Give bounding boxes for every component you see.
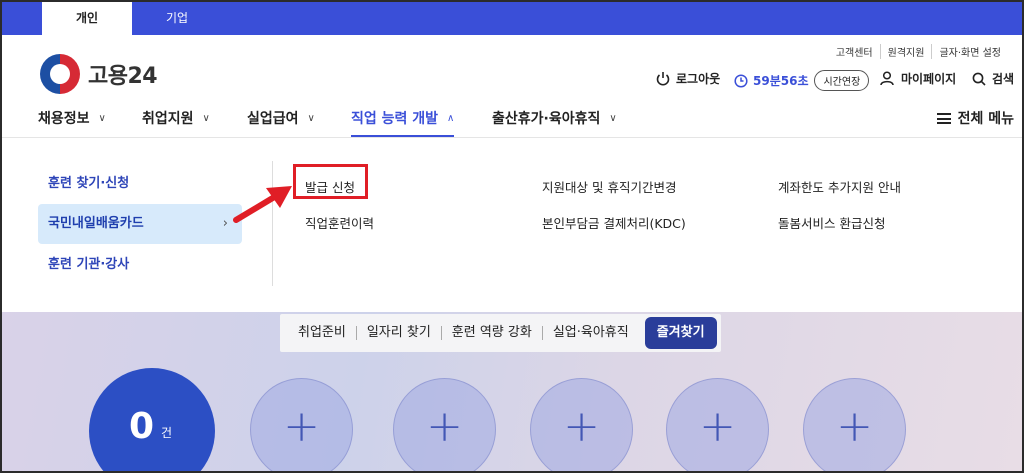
clock-icon bbox=[734, 73, 748, 88]
gnb-label: 취업지원 bbox=[142, 111, 194, 127]
favorites-button[interactable]: 즐겨찾기 bbox=[644, 317, 717, 349]
quick-item-training[interactable]: 훈련 역량 강화 bbox=[440, 326, 542, 340]
lnb-item-find-training[interactable]: 훈련 찾기·신청 bbox=[38, 164, 242, 204]
brand-name: 고용24 bbox=[88, 64, 158, 89]
plus-icon: + bbox=[283, 401, 320, 452]
remote-support-link[interactable]: 원격지원 bbox=[879, 44, 932, 59]
tab-individual[interactable]: 개인 bbox=[42, 2, 132, 35]
quick-item-find-jobs[interactable]: 일자리 찾기 bbox=[355, 326, 441, 340]
site-logo[interactable]: 고용24 bbox=[40, 54, 158, 94]
favorites-count: 0 건 bbox=[89, 368, 215, 471]
chevron-down-icon: ∨ bbox=[98, 112, 106, 124]
lnb-item-training-institution[interactable]: 훈련 기관·강사 bbox=[38, 245, 242, 285]
lnb-label: 국민내일배움카드 bbox=[48, 216, 144, 231]
user-icon bbox=[880, 71, 894, 86]
annotation-arrow-icon bbox=[233, 186, 292, 223]
quick-item-unemployment[interactable]: 실업·육아휴직 bbox=[541, 326, 639, 340]
submenu-limit-extra-support[interactable]: 계좌한도 추가지원 안내 bbox=[778, 177, 901, 196]
power-icon bbox=[656, 71, 670, 86]
session-timer: 59분56초 시간연장 bbox=[734, 70, 870, 91]
global-nav: 채용정보 ∨ 취업지원 ∨ 실업급여 ∨ 직업 능력 개발 ∧ 출산휴가·육아휴직 ∨ 전… bbox=[2, 100, 1022, 138]
chevron-down-icon: ∨ bbox=[202, 112, 210, 124]
gnb-label: 실업급여 bbox=[247, 111, 299, 127]
main-visual: 취업준비 일자리 찾기 훈련 역량 강화 실업·육아휴직 즐겨찾기 0 건 + … bbox=[2, 312, 1022, 471]
add-favorite-button[interactable]: + bbox=[530, 378, 633, 471]
gnb-item-parental-leave[interactable]: 출산휴가·육아휴직 ∨ bbox=[492, 108, 617, 128]
search-button[interactable]: 검색 bbox=[972, 70, 1014, 87]
search-icon bbox=[972, 72, 986, 86]
quick-category-bar: 취업준비 일자리 찾기 훈련 역량 강화 실업·육아휴직 즐겨찾기 bbox=[280, 314, 721, 352]
lnb-item-naeil-card[interactable]: 국민내일배움카드 › bbox=[38, 204, 242, 244]
gnb-item-unemployment-benefit[interactable]: 실업급여 ∨ bbox=[247, 108, 315, 128]
submenu-eligibility-change[interactable]: 지원대상 및 휴직기간변경 bbox=[542, 177, 676, 196]
chevron-right-icon: › bbox=[222, 216, 228, 231]
add-favorite-button[interactable]: + bbox=[803, 378, 906, 471]
search-label: 검색 bbox=[992, 72, 1015, 86]
chevron-up-icon: ∧ bbox=[447, 112, 455, 124]
extend-time-button[interactable]: 시간연장 bbox=[814, 70, 870, 91]
gnb-item-job-skills[interactable]: 직업 능력 개발 ∧ bbox=[351, 108, 455, 137]
quick-item-job-prep[interactable]: 취업준비 bbox=[298, 326, 356, 340]
logout-button[interactable]: 로그아웃 bbox=[656, 70, 720, 87]
submenu-care-refund[interactable]: 돌봄서비스 환급신청 bbox=[778, 213, 885, 232]
submenu-copayment-kdc[interactable]: 본인부담금 결제처리(KDC) bbox=[542, 213, 686, 232]
mypage-label: 마이페이지 bbox=[901, 72, 957, 86]
gnb-label: 직업 능력 개발 bbox=[351, 111, 439, 127]
logout-label: 로그아웃 bbox=[676, 72, 721, 86]
gnb-item-employment-support[interactable]: 취업지원 ∨ bbox=[142, 108, 210, 128]
submenu-training-history[interactable]: 직업훈련이력 bbox=[305, 213, 374, 232]
gnb-item-recruit[interactable]: 채용정보 ∨ bbox=[38, 108, 106, 128]
mega-menu-panel: 훈련 찾기·신청 국민내일배움카드 › 훈련 기관·강사 발급 신청 직업훈련이… bbox=[2, 139, 1022, 312]
display-settings-link[interactable]: 글자·화면 설정 bbox=[931, 44, 1008, 59]
all-menu-label: 전체 메뉴 bbox=[957, 111, 1014, 127]
utility-links: 고객센터 원격지원 글자·화면 설정 bbox=[829, 44, 1008, 59]
plus-icon: + bbox=[563, 401, 600, 452]
favorites-count-unit: 건 bbox=[161, 426, 173, 440]
user-type-bar: 개인 기업 bbox=[2, 2, 1022, 35]
plus-icon: + bbox=[699, 401, 736, 452]
add-favorite-button[interactable]: + bbox=[666, 378, 769, 471]
browser-frame: 개인 기업 고용24 고객센터 원격지원 글자·화면 설정 로그아웃 59분56… bbox=[0, 0, 1024, 473]
taegeuk-logo-icon bbox=[40, 54, 80, 94]
session-timer-text: 59분56초 bbox=[753, 74, 809, 88]
customer-center-link[interactable]: 고객센터 bbox=[829, 44, 880, 59]
all-menu-button[interactable]: 전체 메뉴 bbox=[936, 108, 1014, 128]
tab-business[interactable]: 기업 bbox=[132, 2, 222, 35]
gnb-label: 출산휴가·육아휴직 bbox=[492, 111, 601, 127]
add-favorite-button[interactable]: + bbox=[393, 378, 496, 471]
mypage-link[interactable]: 마이페이지 bbox=[880, 70, 956, 87]
hamburger-icon bbox=[936, 112, 951, 124]
add-favorite-button[interactable]: + bbox=[250, 378, 353, 471]
favorites-count-value: 0 bbox=[129, 406, 155, 447]
chevron-down-icon: ∨ bbox=[307, 112, 315, 124]
chevron-down-icon: ∨ bbox=[609, 112, 617, 124]
gnb-label: 채용정보 bbox=[38, 111, 90, 127]
plus-icon: + bbox=[426, 401, 463, 452]
plus-icon: + bbox=[836, 401, 873, 452]
highlight-box bbox=[293, 164, 368, 199]
